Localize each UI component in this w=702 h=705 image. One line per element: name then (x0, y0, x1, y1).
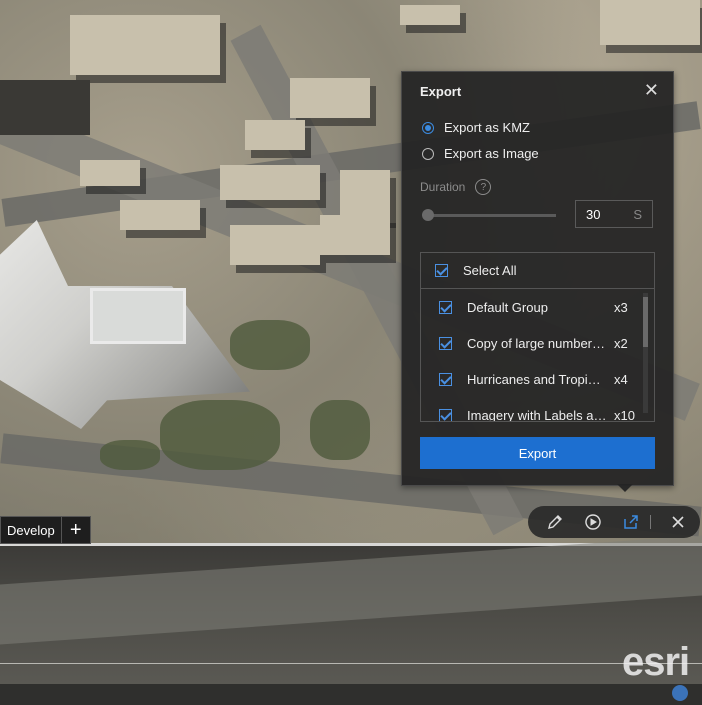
export-kmz-label: Export as KMZ (444, 120, 530, 135)
scrollbar-thumb[interactable] (643, 297, 648, 347)
map-building (120, 200, 200, 230)
map-building (220, 165, 320, 200)
export-image-option[interactable]: Export as Image (422, 146, 539, 161)
layer-label: Hurricanes and Tropica… (467, 371, 607, 387)
layer-checkbox[interactable] (439, 300, 452, 314)
pencil-icon[interactable] (544, 511, 566, 533)
layer-count: x2 (614, 335, 628, 351)
layer-label: Imagery with Labels an… (467, 407, 607, 422)
duration-unit: S (633, 206, 642, 222)
map-divider (0, 663, 702, 664)
duration-slider-thumb[interactable] (422, 209, 434, 221)
radio-unselected-icon[interactable] (422, 147, 434, 160)
export-image-label: Export as Image (444, 146, 539, 161)
list-item[interactable]: Imagery with Labels an… x10 (421, 397, 654, 422)
layer-label: Copy of large number… (467, 335, 606, 351)
layer-list: Select All Default Group x3 Copy of larg… (420, 252, 655, 422)
layer-checkbox[interactable] (439, 336, 452, 350)
duration-value: 30 (586, 206, 601, 222)
list-item[interactable]: Default Group x3 (421, 289, 654, 325)
map-building (290, 78, 370, 118)
list-item[interactable]: Copy of large number… x2 (421, 325, 654, 361)
toolbar-separator (650, 515, 651, 529)
export-icon[interactable] (620, 511, 642, 533)
close-icon[interactable]: ✕ (644, 80, 659, 101)
develop-tab-group: Develop + (0, 516, 91, 544)
map-tower-roof (90, 288, 186, 344)
select-all-row[interactable]: Select All (421, 253, 654, 289)
map-building (600, 0, 700, 45)
export-button[interactable]: Export (420, 437, 655, 469)
map-building (80, 160, 140, 186)
panel-title: Export (420, 84, 462, 99)
export-panel: Export ✕ Export as KMZ Export as Image D… (401, 71, 674, 486)
map-toolbar (528, 506, 700, 538)
duration-label: Duration ? (420, 179, 492, 195)
tab-develop[interactable]: Develop (0, 516, 61, 544)
map-vegetation (100, 440, 160, 470)
globe-icon[interactable] (672, 685, 688, 701)
map-vegetation (160, 400, 280, 470)
map-building (400, 5, 460, 25)
layer-checkbox[interactable] (439, 372, 452, 386)
esri-logo: esri (622, 640, 690, 684)
layer-count: x3 (614, 299, 628, 315)
map-vegetation (230, 320, 310, 370)
map-building (340, 170, 390, 220)
panel-pointer (617, 484, 633, 492)
close-icon[interactable] (667, 511, 689, 533)
select-all-checkbox[interactable] (435, 264, 448, 277)
radio-selected-icon[interactable] (422, 121, 434, 134)
layer-count: x4 (614, 371, 628, 387)
layer-checkbox[interactable] (439, 408, 452, 421)
map-building (0, 80, 90, 135)
map-building (70, 15, 220, 75)
play-icon[interactable] (582, 511, 604, 533)
map-building (320, 215, 390, 255)
map-building (230, 225, 320, 265)
map-vegetation (310, 400, 370, 460)
duration-label-text: Duration (420, 180, 466, 194)
map-bottom-strip (0, 684, 702, 705)
list-item[interactable]: Hurricanes and Tropica… x4 (421, 361, 654, 397)
export-kmz-option[interactable]: Export as KMZ (422, 120, 530, 135)
select-all-label: Select All (463, 263, 517, 278)
layer-label: Default Group (467, 299, 548, 315)
duration-slider-track[interactable] (424, 214, 556, 217)
layer-count: x10 (614, 407, 635, 422)
duration-input[interactable]: 30 S (575, 200, 653, 228)
help-icon[interactable]: ? (475, 179, 492, 195)
add-tab-button[interactable]: + (60, 516, 91, 544)
map-building (245, 120, 305, 150)
